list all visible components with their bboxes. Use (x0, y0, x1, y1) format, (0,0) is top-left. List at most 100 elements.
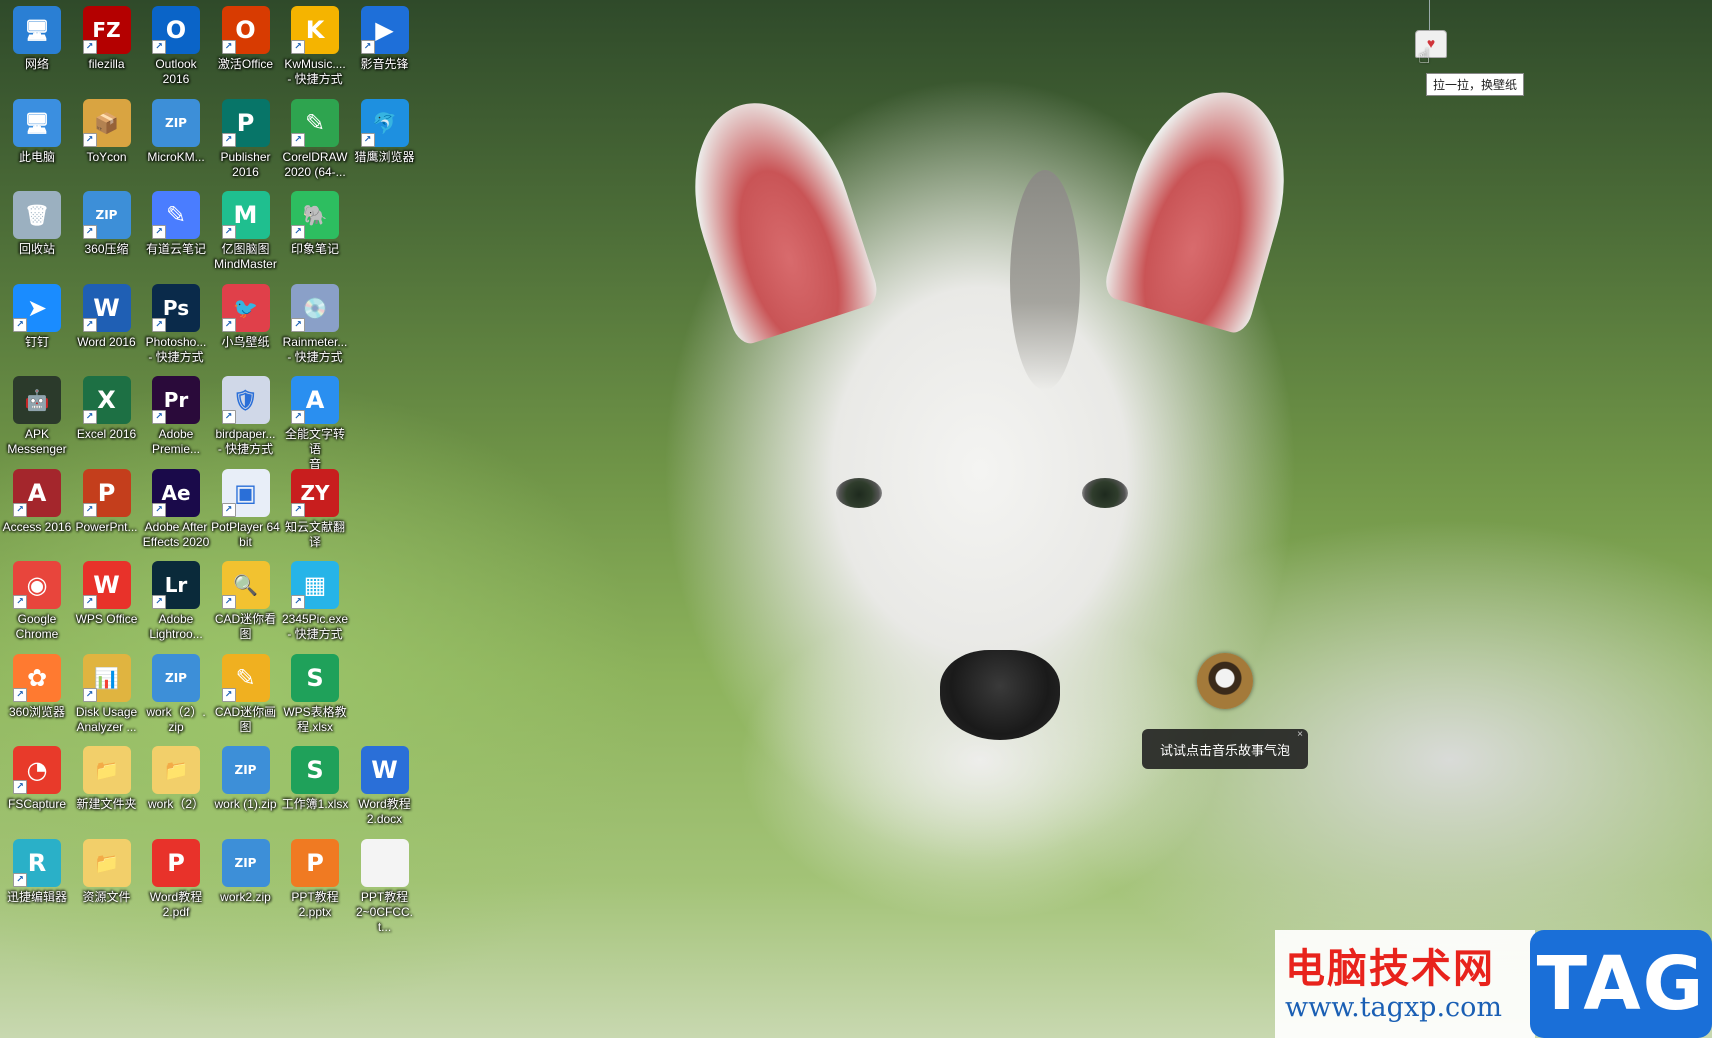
desktop-icon[interactable]: ZY ↗ 知云文献翻译 (280, 465, 350, 550)
shortcut-arrow-icon: ↗ (82, 132, 97, 147)
desktop-icon-label: 印象笔记 (290, 242, 339, 256)
desktop-icon[interactable]: ✎ ↗ CAD迷你画 图 (211, 650, 281, 735)
desktop-icon[interactable]: ◉ ↗ Google Chrome (2, 557, 72, 642)
desktop-icon[interactable]: 💿 ↗ Rainmeter... - 快捷方式 (280, 280, 350, 365)
desktop-icon[interactable]: 📁 新建文件夹 (72, 742, 142, 812)
close-icon[interactable]: × (1297, 729, 1303, 740)
site-watermark: 电脑技术网 www.tagxp.com TAG (1275, 930, 1712, 1038)
desktop-icon[interactable]: 📁 资源文件 (72, 835, 142, 905)
desktop-icon[interactable]: ▣ ↗ PotPlayer 64 bit (211, 465, 281, 550)
desktop-icon[interactable]: 🐦 ↗ 小鸟壁纸 (211, 280, 281, 350)
desktop-icon-label: ToYcon (86, 149, 127, 164)
computer-icon: 🖥 (13, 98, 61, 147)
player-icon: ▶ ↗ (360, 6, 409, 54)
desktop-icon-label: filezilla (88, 57, 125, 71)
desktop-icon[interactable]: ZIP work（2）. zip (141, 650, 211, 735)
desktop-icon-label: MicroKM... (147, 149, 205, 164)
desktop-icon[interactable]: ZIP work2.zip (211, 835, 281, 905)
desktop-icon[interactable]: ✎ ↗ 有道云笔记 (141, 187, 211, 257)
desktop-icon-label: work2.zip (220, 889, 271, 904)
desktop-icon[interactable]: S 工作簿1.xlsx (280, 742, 350, 812)
music-bubble-text: 试试点击音乐故事气泡 (1159, 742, 1290, 758)
desktop-icon-label: PowerPnt... (75, 519, 138, 534)
desktop-icon[interactable]: ▶ ↗ 影音先锋 (350, 2, 420, 72)
shortcut-arrow-icon: ↗ (360, 40, 375, 54)
desktop-icon[interactable]: ➤ ↗ 钉钉 (2, 280, 72, 350)
blank-file-icon (360, 838, 409, 887)
desktop-icon-label: Word教程 2.docx (358, 797, 411, 826)
disk-usage-icon: 📊 ↗ (82, 653, 131, 702)
desktop-icon[interactable]: P ↗ PowerPnt... (72, 465, 142, 535)
desktop-icon[interactable]: K ↗ KwMusic.... - 快捷方式 (280, 2, 350, 87)
wallpaper-tooltip: 拉一拉，换壁纸 (1426, 73, 1525, 96)
word-file-icon: W (360, 746, 409, 794)
potplayer-icon: ▣ ↗ (221, 468, 270, 517)
desktop-icon[interactable]: O ↗ Outlook 2016 (141, 2, 211, 87)
desktop-icon[interactable]: W ↗ WPS Office (72, 557, 142, 627)
desktop-icon[interactable]: 🤖 APK Messenger (2, 372, 72, 457)
coreldraw-icon: ✎ ↗ (291, 98, 339, 147)
desktop-icon[interactable]: ▦ ↗ 2345Pic.exe - 快捷方式 (280, 557, 350, 642)
desktop-icon[interactable]: X ↗ Excel 2016 (72, 372, 142, 442)
desktop-icon[interactable]: Lr ↗ Adobe Lightroo... (141, 557, 211, 642)
desktop-icon[interactable]: 🗑 回收站 (2, 187, 72, 257)
desktop-icon[interactable]: Pr ↗ Adobe Premie... (141, 372, 211, 457)
desktop-icon[interactable]: ◔ ↗ FSCapture (2, 742, 72, 812)
desktop-icon[interactable]: PPT教程 2~0CFCC.t... (350, 835, 420, 935)
pdf-file-icon: P (152, 838, 200, 887)
desktop-icon[interactable]: 📦 ↗ ToYcon (72, 95, 142, 165)
desktop-icon-label: 有道云笔记 (145, 242, 206, 256)
wallpaper-dog-left-eye (836, 478, 882, 508)
after-effects-icon: Ae ↗ (152, 468, 200, 517)
desktop-icon[interactable]: 📁 work（2） (141, 742, 211, 812)
watermark-text-box: 电脑技术网 www.tagxp.com (1275, 930, 1535, 1038)
desktop-icon-label: Adobe After Effects 2020 (142, 519, 210, 549)
desktop-icon[interactable]: FZ ↗ filezilla (72, 2, 142, 72)
desktop-icon[interactable]: 🖥 此电脑 (2, 95, 72, 165)
desktop-icon-label: work (1).zip (214, 797, 277, 811)
desktop-icon[interactable]: ZIP MicroKM... (141, 95, 211, 165)
pptx-file-icon: P (291, 838, 339, 887)
zip-archive-icon: ZIP (221, 838, 270, 887)
desktop-icon[interactable]: P PPT教程 2.pptx (280, 835, 350, 920)
desktop-icon[interactable]: 🐬 ↗ 猎鹰浏览器 (350, 95, 420, 165)
desktop-icon[interactable]: Ae ↗ Adobe After Effects 2020 (141, 465, 211, 550)
widget-pull-string[interactable] (1429, 0, 1430, 32)
desktop-icon[interactable]: ✿ ↗ 360浏览器 (2, 650, 72, 720)
desktop-icon[interactable]: Ps ↗ Photosho... - 快捷方式 (141, 280, 211, 365)
music-story-bubble[interactable]: 试试点击音乐故事气泡 × (1142, 729, 1308, 769)
desktop-icon[interactable]: ZIP ↗ 360压缩 (72, 187, 142, 257)
desktop-icon[interactable]: ✎ ↗ CorelDRAW 2020 (64-... (280, 95, 350, 180)
desktop-icon[interactable]: O ↗ 激活Office (211, 2, 281, 72)
watermark-url: www.tagxp.com (1285, 992, 1503, 1023)
desktop-icon[interactable]: W ↗ Word 2016 (72, 280, 142, 350)
desktop-icon-label: FSCapture (7, 797, 67, 811)
desktop-icon-label: CAD迷你画 图 (214, 704, 277, 734)
folder-icon: 📁 (82, 746, 131, 794)
desktop-icon[interactable]: 🖥 网络 (2, 2, 72, 72)
desktop-icon[interactable]: M ↗ 亿图脑图 MindMaster (211, 187, 281, 272)
desktop-icon-area: 🖥 网络 FZ ↗ filezilla O ↗ Outlook 2016 O ↗ 激活Office K… (0, 0, 420, 1038)
access-icon: A ↗ (13, 468, 61, 517)
desktop-icon[interactable]: S WPS表格教 程.xlsx (280, 650, 350, 735)
desktop-icon-label: 知云文献翻译 (284, 519, 345, 549)
desktop-icon[interactable]: 🐘 ↗ 印象笔记 (280, 187, 350, 257)
desktop-icon[interactable]: ZIP work (1).zip (211, 742, 281, 812)
desktop-icon[interactable]: 📊 ↗ Disk Usage Analyzer ... (72, 650, 142, 735)
spreadsheet-file-icon: S (291, 653, 339, 702)
desktop-icon[interactable]: 🛡 ↗ birdpaper... - 快捷方式 (211, 372, 281, 457)
desktop-icon[interactable]: R ↗ 迅捷编辑器 (2, 835, 72, 905)
desktop-icon-label: Word 2016 (77, 334, 136, 349)
desktop-icon[interactable]: A ↗ 全能文字转语 音 (280, 372, 350, 472)
desktop-icon[interactable]: P ↗ Publisher 2016 (211, 95, 281, 180)
desktop-icon[interactable]: 🔍 ↗ CAD迷你看 图 (211, 557, 281, 642)
premiere-icon: Pr ↗ (152, 376, 200, 424)
desktop-icon-label: 2345Pic.exe - 快捷方式 (281, 612, 349, 641)
desktop-icon[interactable]: W Word教程 2.docx (350, 742, 420, 827)
music-story-avatar-icon[interactable] (1197, 653, 1253, 709)
desktop-icon-label: 小鸟壁纸 (221, 334, 270, 349)
desktop-icon[interactable]: P Word教程 2.pdf (141, 835, 211, 920)
shortcut-arrow-icon: ↗ (221, 132, 236, 147)
shortcut-arrow-icon: ↗ (221, 40, 236, 54)
desktop-icon[interactable]: A ↗ Access 2016 (2, 465, 72, 535)
